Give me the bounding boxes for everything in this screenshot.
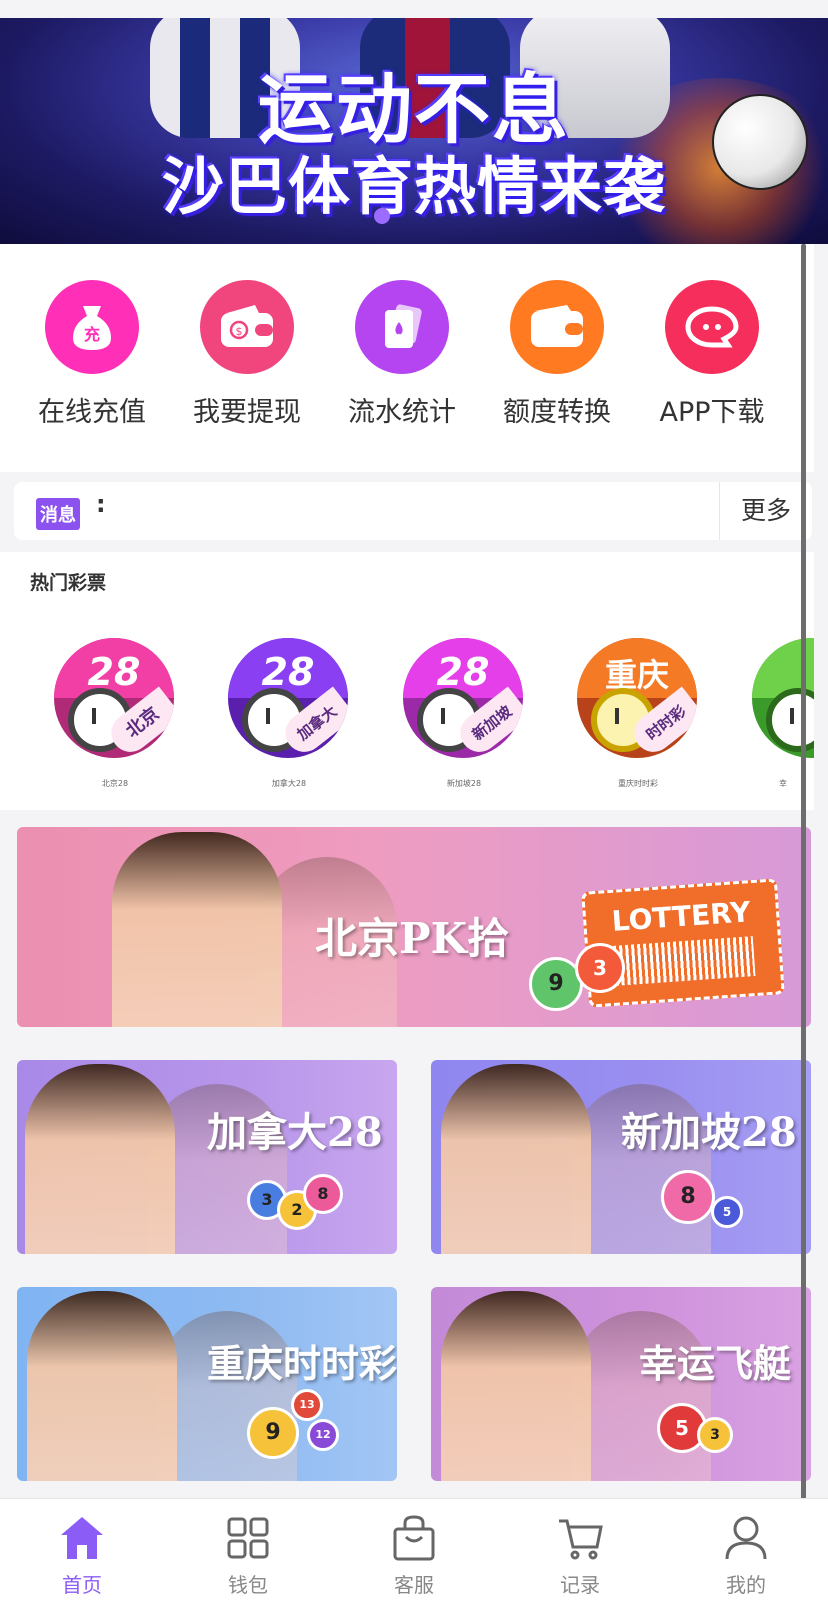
quick-menu: 充 在线充值 $ 我要提现 流水统计 额度转换 APP下载 (0, 244, 814, 472)
bottom-tab-bar: 首页 钱包 客服 记录 我的 (0, 1498, 828, 1616)
hot-lottery-section: 热门彩票 28 北京 北京28 28 加拿大 加拿大28 28 新加坡 新加坡2… (0, 552, 814, 810)
model-figure (112, 832, 282, 1027)
money-bag-icon: 充 (45, 280, 139, 374)
quick-item-label: 我要提现 (193, 397, 301, 428)
notice-bar[interactable]: 消息 : 更多 (14, 482, 812, 540)
more-button[interactable]: 更多 (719, 482, 812, 540)
banner-subheadline: 沙巴体育热情来袭 (161, 150, 666, 223)
promo-title: 北京PK拾 (315, 914, 510, 963)
tab-label: 钱包 (228, 1573, 268, 1597)
carousel-indicator[interactable] (374, 208, 390, 224)
promo-title: 重庆时时彩 (207, 1341, 397, 1386)
lottery-clock-icon: 28 新加坡 (403, 638, 523, 758)
notice-colon: : (96, 490, 106, 518)
tab-home[interactable]: 首页 (22, 1513, 142, 1598)
tab-label: 记录 (560, 1573, 600, 1597)
app-chat-icon (665, 280, 759, 374)
promo-card-chongqing[interactable]: 重庆时时彩 9 13 12 (17, 1287, 397, 1481)
lottery-clock-icon: 28 北京 (54, 638, 174, 758)
bag-icon (389, 1513, 439, 1563)
lottery-name: 重庆时时彩 (618, 779, 658, 788)
lottery-item-singapore28[interactable]: 28 新加坡 新加坡28 (403, 638, 525, 789)
promo-card-canada28[interactable]: 加拿大28 3 2 8 (17, 1060, 397, 1254)
model-figure (441, 1291, 591, 1481)
wallet-transfer-icon (510, 280, 604, 374)
model-figure (25, 1064, 175, 1254)
wallet-icon: $ (200, 280, 294, 374)
cart-icon (555, 1513, 605, 1563)
notice-tag: 消息 (36, 498, 80, 530)
quick-item-label: 流水统计 (348, 397, 456, 428)
lottery-name: 北京28 (101, 779, 129, 788)
promo-card-singapore28[interactable]: 新加坡28 8 5 (431, 1060, 811, 1254)
section-title: 热门彩票 (30, 572, 107, 594)
hero-banner[interactable]: 运动不息 沙巴体育热情来袭 (0, 18, 828, 244)
quick-item-withdraw[interactable]: $ 我要提现 (167, 280, 327, 429)
tab-customer-service[interactable]: 客服 (354, 1513, 474, 1598)
quick-item-transfer[interactable]: 额度转换 (477, 280, 637, 429)
tab-mine[interactable]: 我的 (686, 1513, 806, 1598)
promo-title: 新加坡28 (621, 1109, 797, 1156)
model-figure (441, 1064, 591, 1254)
lottery-clock-icon: 28 加拿大 (228, 638, 348, 758)
tab-wallet[interactable]: 钱包 (188, 1513, 308, 1598)
home-icon (57, 1513, 107, 1563)
lottery-name: 加拿大28 (271, 779, 307, 788)
quick-item-app-download[interactable]: APP下载 (632, 280, 792, 429)
lottery-clock-icon: 重庆 时时彩 (577, 638, 697, 758)
svg-text:充: 充 (84, 325, 100, 344)
promo-card-lucky-airship[interactable]: 幸运飞艇 5 3 (431, 1287, 811, 1481)
promo-title: 加拿大28 (207, 1109, 383, 1156)
promo-title: 幸运飞艇 (639, 1341, 792, 1386)
playing-cards-icon (355, 280, 449, 374)
model-figure (27, 1291, 177, 1481)
quick-item-statistics[interactable]: 流水统计 (322, 280, 482, 429)
tab-label: 我的 (726, 1573, 766, 1597)
grid-icon (223, 1513, 273, 1563)
lottery-item-beijing28[interactable]: 28 北京 北京28 (54, 638, 176, 789)
tab-label: 客服 (394, 1573, 434, 1597)
lottery-item-canada28[interactable]: 28 加拿大 加拿大28 (228, 638, 350, 789)
quick-item-label: APP下载 (659, 397, 765, 428)
quick-item-recharge[interactable]: 充 在线充值 (12, 280, 172, 429)
page-scrollbar[interactable] (801, 244, 806, 1499)
lottery-name: 新加坡28 (446, 779, 482, 788)
tab-label: 首页 (62, 1573, 102, 1597)
quick-item-label: 在线充值 (38, 397, 146, 428)
tab-records[interactable]: 记录 (520, 1513, 640, 1598)
promo-card-beijing-pk10[interactable]: 北京PK拾 LOTTERY 9 3 (17, 827, 811, 1027)
quick-item-label: 额度转换 (503, 397, 611, 428)
lottery-item-chongqing[interactable]: 重庆 时时彩 重庆时时彩 (577, 638, 699, 789)
svg-text:$: $ (236, 325, 243, 338)
user-icon (721, 1513, 771, 1563)
